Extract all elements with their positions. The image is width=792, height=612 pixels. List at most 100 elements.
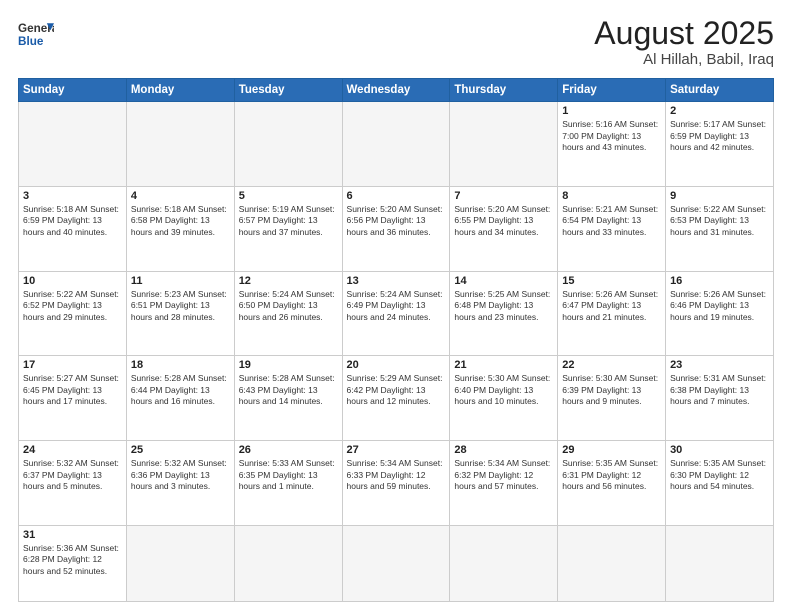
calendar-cell-2-5: 15 Sunrise: 5:26 AM Sunset: 6:47 PM Dayli… [558, 271, 666, 356]
calendar-cell-5-3 [342, 525, 450, 601]
calendar-cell-1-5: 8Sunrise: 5:21 AM Sunset: 6:54 PM Daylig… [558, 186, 666, 271]
day-info: Sunrise: 5:25 AM Sunset: 6:48 PM Dayligh… [454, 289, 553, 323]
calendar-cell-4-4: 28 Sunrise: 5:34 AM Sunset: 6:32 PM Dayli… [450, 441, 558, 526]
calendar-cell-1-0: 3Sunrise: 5:18 AM Sunset: 6:59 PM Daylig… [19, 186, 127, 271]
day-number: 15 [562, 275, 661, 287]
calendar-cell-3-6: 23 Sunrise: 5:31 AM Sunset: 6:38 PM Dayli… [666, 356, 774, 441]
day-info: Sunrise: 5:30 AM Sunset: 6:40 PM Dayligh… [454, 373, 553, 407]
header-friday: Friday [558, 79, 666, 102]
day-number: 6 [347, 190, 446, 202]
day-number: 27 [347, 444, 446, 456]
calendar-cell-4-3: 27 Sunrise: 5:34 AM Sunset: 6:33 PM Dayli… [342, 441, 450, 526]
svg-text:Blue: Blue [18, 35, 44, 48]
day-number: 12 [239, 275, 338, 287]
logo: General Blue [18, 16, 54, 52]
calendar-subtitle: Al Hillah, Babil, Iraq [594, 51, 774, 68]
calendar-cell-4-6: 30Sunrise: 5:35 AM Sunset: 6:30 PM Dayli… [666, 441, 774, 526]
day-info: Sunrise: 5:26 AM Sunset: 6:47 PM Dayligh… [562, 289, 661, 323]
calendar-cell-2-0: 10Sunrise: 5:22 AM Sunset: 6:52 PM Dayli… [19, 271, 127, 356]
day-number: 25 [131, 444, 230, 456]
day-info: Sunrise: 5:32 AM Sunset: 6:37 PM Dayligh… [23, 458, 122, 492]
day-number: 23 [670, 359, 769, 371]
day-number: 5 [239, 190, 338, 202]
day-info: Sunrise: 5:35 AM Sunset: 6:31 PM Dayligh… [562, 458, 661, 492]
calendar-cell-3-1: 18 Sunrise: 5:28 AM Sunset: 6:44 PM Dayli… [126, 356, 234, 441]
calendar-cell-2-6: 16Sunrise: 5:26 AM Sunset: 6:46 PM Dayli… [666, 271, 774, 356]
day-info: Sunrise: 5:16 AM Sunset: 7:00 PM Dayligh… [562, 119, 661, 153]
calendar-title: August 2025 [594, 16, 774, 51]
calendar-cell-4-5: 29 Sunrise: 5:35 AM Sunset: 6:31 PM Dayli… [558, 441, 666, 526]
calendar-cell-1-2: 5 Sunrise: 5:19 AM Sunset: 6:57 PM Daylig… [234, 186, 342, 271]
day-number: 29 [562, 444, 661, 456]
day-info: Sunrise: 5:32 AM Sunset: 6:36 PM Dayligh… [131, 458, 230, 492]
calendar-cell-2-3: 13 Sunrise: 5:24 AM Sunset: 6:49 PM Dayli… [342, 271, 450, 356]
day-number: 21 [454, 359, 553, 371]
header: General Blue August 2025 Al Hillah, Babi… [18, 16, 774, 68]
day-number: 30 [670, 444, 769, 456]
week-row-0: 1 Sunrise: 5:16 AM Sunset: 7:00 PM Daylig… [19, 102, 774, 187]
calendar-cell-5-1 [126, 525, 234, 601]
day-number: 11 [131, 275, 230, 287]
day-info: Sunrise: 5:28 AM Sunset: 6:44 PM Dayligh… [131, 373, 230, 407]
calendar-cell-5-5 [558, 525, 666, 601]
header-thursday: Thursday [450, 79, 558, 102]
day-info: Sunrise: 5:18 AM Sunset: 6:59 PM Dayligh… [23, 204, 122, 238]
weekday-header-row: Sunday Monday Tuesday Wednesday Thursday… [19, 79, 774, 102]
day-info: Sunrise: 5:19 AM Sunset: 6:57 PM Dayligh… [239, 204, 338, 238]
day-number: 31 [23, 529, 122, 541]
header-monday: Monday [126, 79, 234, 102]
header-tuesday: Tuesday [234, 79, 342, 102]
calendar-cell-2-1: 11Sunrise: 5:23 AM Sunset: 6:51 PM Dayli… [126, 271, 234, 356]
calendar-cell-0-3 [342, 102, 450, 187]
header-saturday: Saturday [666, 79, 774, 102]
day-info: Sunrise: 5:36 AM Sunset: 6:28 PM Dayligh… [23, 543, 122, 577]
week-row-1: 3Sunrise: 5:18 AM Sunset: 6:59 PM Daylig… [19, 186, 774, 271]
title-block: August 2025 Al Hillah, Babil, Iraq [594, 16, 774, 68]
day-number: 24 [23, 444, 122, 456]
day-info: Sunrise: 5:20 AM Sunset: 6:55 PM Dayligh… [454, 204, 553, 238]
day-info: Sunrise: 5:29 AM Sunset: 6:42 PM Dayligh… [347, 373, 446, 407]
calendar-cell-3-4: 21 Sunrise: 5:30 AM Sunset: 6:40 PM Dayli… [450, 356, 558, 441]
day-number: 10 [23, 275, 122, 287]
calendar-cell-0-5: 1 Sunrise: 5:16 AM Sunset: 7:00 PM Daylig… [558, 102, 666, 187]
day-info: Sunrise: 5:24 AM Sunset: 6:50 PM Dayligh… [239, 289, 338, 323]
day-info: Sunrise: 5:27 AM Sunset: 6:45 PM Dayligh… [23, 373, 122, 407]
calendar-cell-5-0: 31 Sunrise: 5:36 AM Sunset: 6:28 PM Dayli… [19, 525, 127, 601]
day-info: Sunrise: 5:28 AM Sunset: 6:43 PM Dayligh… [239, 373, 338, 407]
day-number: 1 [562, 105, 661, 117]
calendar-table: Sunday Monday Tuesday Wednesday Thursday… [18, 78, 774, 602]
calendar-cell-4-2: 26Sunrise: 5:33 AM Sunset: 6:35 PM Dayli… [234, 441, 342, 526]
day-info: Sunrise: 5:18 AM Sunset: 6:58 PM Dayligh… [131, 204, 230, 238]
day-info: Sunrise: 5:34 AM Sunset: 6:33 PM Dayligh… [347, 458, 446, 492]
calendar-cell-3-5: 22Sunrise: 5:30 AM Sunset: 6:39 PM Dayli… [558, 356, 666, 441]
calendar-cell-1-6: 9Sunrise: 5:22 AM Sunset: 6:53 PM Daylig… [666, 186, 774, 271]
day-info: Sunrise: 5:20 AM Sunset: 6:56 PM Dayligh… [347, 204, 446, 238]
calendar-cell-5-6 [666, 525, 774, 601]
calendar-cell-0-4 [450, 102, 558, 187]
calendar-cell-0-6: 2 Sunrise: 5:17 AM Sunset: 6:59 PM Daylig… [666, 102, 774, 187]
day-number: 9 [670, 190, 769, 202]
calendar-cell-1-4: 7Sunrise: 5:20 AM Sunset: 6:55 PM Daylig… [450, 186, 558, 271]
day-number: 16 [670, 275, 769, 287]
header-wednesday: Wednesday [342, 79, 450, 102]
header-sunday: Sunday [19, 79, 127, 102]
calendar-cell-3-3: 20 Sunrise: 5:29 AM Sunset: 6:42 PM Dayli… [342, 356, 450, 441]
day-number: 8 [562, 190, 661, 202]
day-info: Sunrise: 5:34 AM Sunset: 6:32 PM Dayligh… [454, 458, 553, 492]
day-number: 20 [347, 359, 446, 371]
day-number: 2 [670, 105, 769, 117]
day-number: 28 [454, 444, 553, 456]
calendar-cell-5-2 [234, 525, 342, 601]
day-info: Sunrise: 5:24 AM Sunset: 6:49 PM Dayligh… [347, 289, 446, 323]
calendar-cell-4-0: 24 Sunrise: 5:32 AM Sunset: 6:37 PM Dayli… [19, 441, 127, 526]
page: General Blue August 2025 Al Hillah, Babi… [0, 0, 792, 612]
day-number: 18 [131, 359, 230, 371]
day-info: Sunrise: 5:17 AM Sunset: 6:59 PM Dayligh… [670, 119, 769, 153]
day-number: 4 [131, 190, 230, 202]
day-number: 13 [347, 275, 446, 287]
calendar-cell-0-2 [234, 102, 342, 187]
calendar-cell-1-3: 6 Sunrise: 5:20 AM Sunset: 6:56 PM Daylig… [342, 186, 450, 271]
calendar-cell-4-1: 25 Sunrise: 5:32 AM Sunset: 6:36 PM Dayli… [126, 441, 234, 526]
day-info: Sunrise: 5:31 AM Sunset: 6:38 PM Dayligh… [670, 373, 769, 407]
week-row-4: 24 Sunrise: 5:32 AM Sunset: 6:37 PM Dayli… [19, 441, 774, 526]
